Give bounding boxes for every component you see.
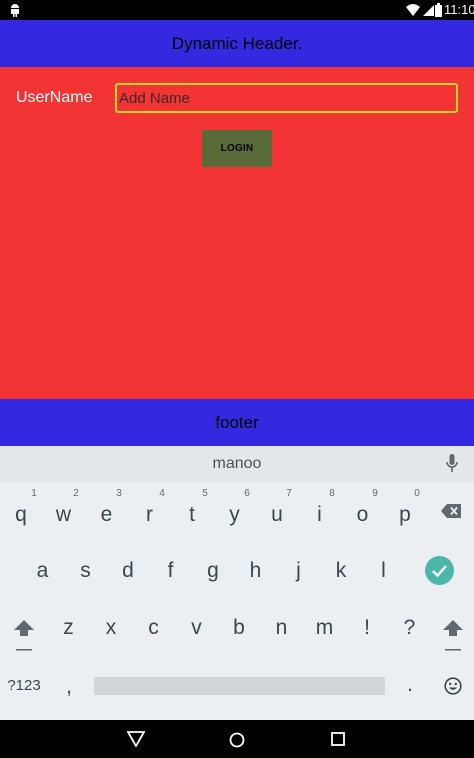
key-z[interactable]: z xyxy=(47,611,90,645)
key-r[interactable]: r xyxy=(128,498,171,532)
key-j[interactable]: j xyxy=(277,554,320,588)
key-w[interactable]: w xyxy=(42,498,85,532)
nav-bar xyxy=(0,720,474,758)
key-period[interactable]: . xyxy=(393,668,427,702)
shift-icon[interactable] xyxy=(443,620,463,652)
key-i[interactable]: i xyxy=(298,498,341,532)
key-b[interactable]: b xyxy=(218,611,260,645)
key-d[interactable]: d xyxy=(107,554,149,588)
suggestion-strip: manoo xyxy=(0,446,474,482)
key-q[interactable]: q xyxy=(0,498,42,532)
key-g[interactable]: g xyxy=(192,554,234,588)
android-icon xyxy=(11,4,19,17)
suggestion-word[interactable]: manoo xyxy=(0,455,474,473)
header-title: Dynamic Header. xyxy=(171,33,303,53)
key-h[interactable]: h xyxy=(234,554,277,588)
enter-check-icon[interactable] xyxy=(425,556,454,585)
key-v[interactable]: v xyxy=(175,611,218,645)
shift-icon[interactable] xyxy=(14,620,34,652)
status-bar: 11:10 xyxy=(0,0,474,20)
key-question[interactable]: ? xyxy=(388,611,431,645)
key-comma[interactable]: , xyxy=(52,670,86,704)
soft-keyboard: manoo 1 2 3 4 5 6 7 8 9 0 q w e r t y u … xyxy=(0,446,474,720)
username-label: UserName xyxy=(16,89,93,106)
login-button[interactable]: LOGIN xyxy=(202,130,272,167)
spacebar[interactable] xyxy=(94,677,385,695)
key-a[interactable]: a xyxy=(21,554,64,588)
key-t[interactable]: t xyxy=(171,498,213,532)
key-u[interactable]: u xyxy=(256,498,298,532)
key-f[interactable]: f xyxy=(149,554,192,588)
footer-text: footer xyxy=(215,412,259,432)
key-l[interactable]: l xyxy=(362,554,405,588)
key-s[interactable]: s xyxy=(64,554,107,588)
key-e[interactable]: e xyxy=(85,498,128,532)
username-input[interactable] xyxy=(115,83,458,113)
key-c[interactable]: c xyxy=(132,611,175,645)
emoji-icon[interactable] xyxy=(444,677,462,695)
key-o[interactable]: o xyxy=(341,498,384,532)
key-m[interactable]: m xyxy=(303,611,346,645)
mic-icon[interactable] xyxy=(446,454,458,474)
main-content: UserName LOGIN xyxy=(0,67,474,399)
key-y[interactable]: y xyxy=(213,498,256,532)
key-exclamation[interactable]: ! xyxy=(346,611,388,645)
app-footer: footer xyxy=(0,399,474,446)
home-icon[interactable] xyxy=(229,732,245,748)
app-header: Dynamic Header. xyxy=(0,20,474,67)
wifi-icon xyxy=(406,4,420,16)
signal-icon xyxy=(423,5,434,16)
backspace-icon[interactable] xyxy=(441,504,461,518)
recents-icon[interactable] xyxy=(331,732,345,746)
key-k[interactable]: k xyxy=(320,554,362,588)
key-n[interactable]: n xyxy=(260,611,303,645)
symbols-key[interactable]: ?123 xyxy=(2,670,46,700)
key-p[interactable]: p xyxy=(384,498,426,532)
back-icon[interactable] xyxy=(127,731,145,747)
battery-icon xyxy=(435,3,442,17)
status-clock: 11:10 xyxy=(444,2,474,17)
key-x[interactable]: x xyxy=(90,611,132,645)
